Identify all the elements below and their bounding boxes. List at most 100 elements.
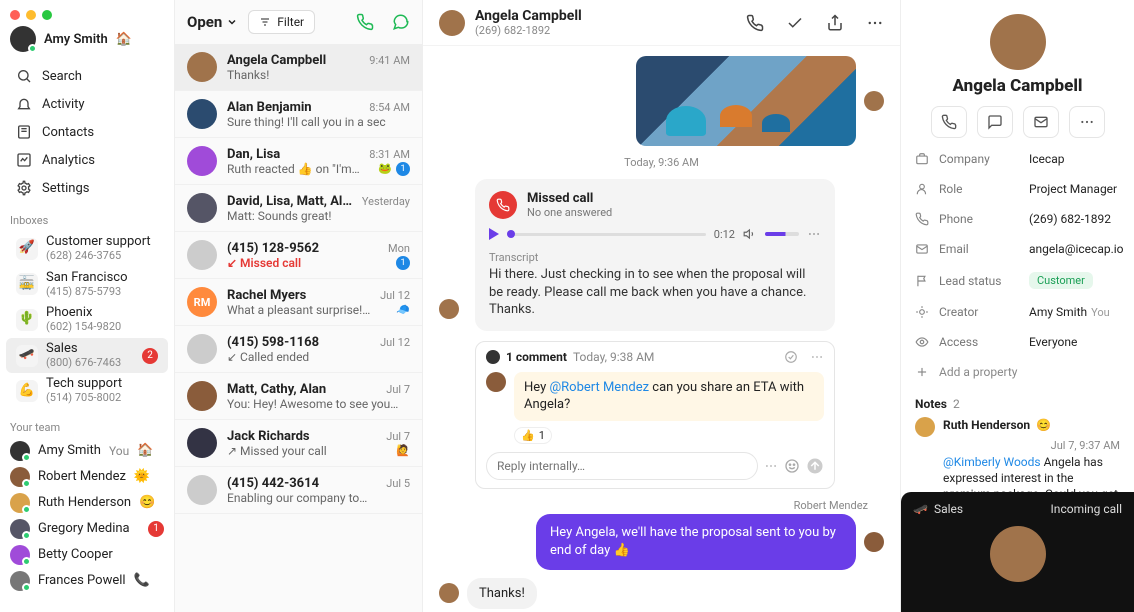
contact-name: Angela Campbell <box>952 76 1082 96</box>
nav-contacts[interactable]: Contacts <box>6 118 168 146</box>
contact-avatar[interactable] <box>990 14 1046 70</box>
team-member[interactable]: Amy Smith You 🏠 <box>0 438 174 464</box>
thread-item[interactable]: Angela Campbell 9:41 AM Thanks! <box>175 44 422 91</box>
mention[interactable]: @Kimberly Woods <box>943 455 1041 469</box>
thread-item[interactable]: Alan Benjamin 8:54 AM Sure thing! I'll c… <box>175 91 422 138</box>
prop-creator[interactable]: CreatorAmy SmithYou <box>901 297 1134 327</box>
eye-icon <box>915 335 929 349</box>
thread-item[interactable]: Matt, Cathy, Alan Jul 7 You: Hey! Awesom… <box>175 373 422 420</box>
avatar <box>187 381 217 411</box>
team-member[interactable]: Robert Mendez 🌞 <box>0 464 174 490</box>
thread-name: Matt, Cathy, Alan <box>227 382 326 397</box>
contact-panel: Angela Campbell CompanyIcecap RoleProjec… <box>901 0 1134 612</box>
avatar <box>10 441 30 461</box>
reaction-chip[interactable]: 👍1 <box>514 427 552 444</box>
add-property[interactable]: Add a property <box>901 357 1134 387</box>
inbox-item[interactable]: 🌵 Phoenix (602) 154-9820 <box>6 302 168 338</box>
inbox-name: San Francisco <box>46 271 128 286</box>
send-icon[interactable] <box>806 457 824 475</box>
team-member-name: Ruth Henderson <box>38 495 131 510</box>
call-button[interactable] <box>931 106 967 138</box>
prop-access[interactable]: AccessEveryone <box>901 327 1134 357</box>
inbox-name: Phoenix <box>46 306 121 321</box>
maximize-icon[interactable] <box>42 10 52 20</box>
team-member[interactable]: Gregory Medina 1 <box>0 516 174 542</box>
incoming-call-toast[interactable]: 🛹Sales Incoming call <box>901 492 1134 612</box>
more-icon[interactable] <box>764 459 778 473</box>
internal-reply-input[interactable] <box>486 452 758 480</box>
more-icon[interactable] <box>807 227 821 241</box>
resolve-icon[interactable] <box>784 350 798 364</box>
inbox-item[interactable]: 🛹 Sales (800) 676-7463 2 <box>6 338 168 374</box>
inbox-item[interactable]: 🚋 San Francisco (415) 875-5793 <box>6 267 168 303</box>
conversation-pane: Angela Campbell (269) 682-1892 Today, 9:… <box>423 0 901 612</box>
nav-activity[interactable]: Activity <box>6 90 168 118</box>
volume-slider[interactable] <box>765 232 799 236</box>
prop-email[interactable]: Emailangela@icecap.io <box>901 234 1134 264</box>
emoji-icon[interactable] <box>784 458 800 474</box>
thread-item[interactable]: Dan, Lisa 8:31 AM Ruth reacted 👍 on "I'm… <box>175 138 422 185</box>
email-button[interactable] <box>1023 106 1059 138</box>
inbox-item[interactable]: 💪 Tech support (514) 705-8002 <box>6 373 168 409</box>
thread-preview: Sure thing! I'll call you in a sec <box>227 115 386 129</box>
filter-button[interactable]: Filter <box>248 10 315 34</box>
speaker-icon[interactable] <box>743 227 757 241</box>
avatar <box>10 493 30 513</box>
minimize-icon[interactable] <box>26 10 36 20</box>
close-icon[interactable] <box>10 10 20 20</box>
open-dropdown[interactable]: Open <box>187 13 238 31</box>
avatar <box>187 334 217 364</box>
thread-item[interactable]: (415) 598-1168 Jul 12 ↙ Called ended <box>175 326 422 373</box>
nav-analytics[interactable]: Analytics <box>6 146 168 174</box>
message-button[interactable] <box>977 106 1013 138</box>
audio-track[interactable] <box>507 233 706 236</box>
team-member[interactable]: Ruth Henderson 😊 <box>0 490 174 516</box>
thread-item[interactable]: David, Lisa, Matt, Alan Yesterday Matt: … <box>175 185 422 232</box>
nav-search[interactable]: Search <box>6 62 168 90</box>
more-icon <box>1079 114 1095 130</box>
more-icon[interactable] <box>810 350 824 364</box>
notes-header[interactable]: Notes 2 <box>901 387 1134 413</box>
mark-done-icon[interactable] <box>786 14 804 32</box>
transcript-label: Transcript <box>489 251 821 264</box>
call-icon[interactable] <box>356 13 374 31</box>
image-attachment[interactable] <box>636 56 856 146</box>
play-button[interactable] <box>489 228 499 240</box>
prop-company[interactable]: CompanyIcecap <box>901 144 1134 174</box>
call-icon[interactable] <box>746 14 764 32</box>
nav-settings[interactable]: Settings <box>6 174 168 202</box>
prop-role[interactable]: RoleProject Manager <box>901 174 1134 204</box>
thread-item[interactable]: (415) 442-3614 Jul 5 Enabling our compan… <box>175 467 422 514</box>
compose-icon[interactable] <box>392 13 410 31</box>
inbox-emoji: 🌵 <box>16 309 38 331</box>
caller-avatar <box>439 299 459 319</box>
inbox-emoji: 🛹 <box>16 345 38 367</box>
prop-lead-status[interactable]: Lead statusCustomer <box>901 264 1134 297</box>
thread-item[interactable]: (415) 128-9562 Mon ↙ Missed call 1 <box>175 232 422 279</box>
inbox-item[interactable]: 🚀 Customer support (628) 246-3765 <box>6 231 168 267</box>
team-member[interactable]: Betty Cooper <box>0 542 174 568</box>
current-user[interactable]: Amy Smith 🏠 <box>0 22 174 62</box>
current-user-emoji: 🏠 <box>116 32 132 47</box>
status-badge: Customer <box>1029 272 1093 289</box>
avatar <box>187 428 217 458</box>
thread-item[interactable]: Jack Richards Jul 7 ↗ Missed your call 🙋 <box>175 420 422 467</box>
message-bubble: Thanks! <box>467 578 537 609</box>
team-member-name: Amy Smith <box>38 443 101 458</box>
thread-preview: Ruth reacted 👍 on "I'm… <box>227 162 360 176</box>
thread-item[interactable]: RM Rachel Myers Jul 12 What a pleasant s… <box>175 279 422 326</box>
team-member[interactable]: Frances Powell 📞 <box>0 568 174 594</box>
avatar <box>187 475 217 505</box>
share-icon[interactable] <box>826 14 844 32</box>
avatar <box>10 519 30 539</box>
filter-icon <box>259 16 271 28</box>
missed-call-card: Missed call No one answered 0:12 Transcr… <box>475 179 835 331</box>
more-button[interactable] <box>1069 106 1105 138</box>
mention[interactable]: @Robert Mendez <box>549 380 649 395</box>
conversation-body: Today, 9:36 AM Missed call No one answer… <box>423 46 900 612</box>
more-icon[interactable] <box>866 14 884 32</box>
thread-preview: You: Hey! Awesome to see you… <box>227 397 398 411</box>
thread-name: Jack Richards <box>227 429 310 444</box>
prop-phone[interactable]: Phone(269) 682-1892 <box>901 204 1134 234</box>
missed-call-title: Missed call <box>527 191 612 206</box>
